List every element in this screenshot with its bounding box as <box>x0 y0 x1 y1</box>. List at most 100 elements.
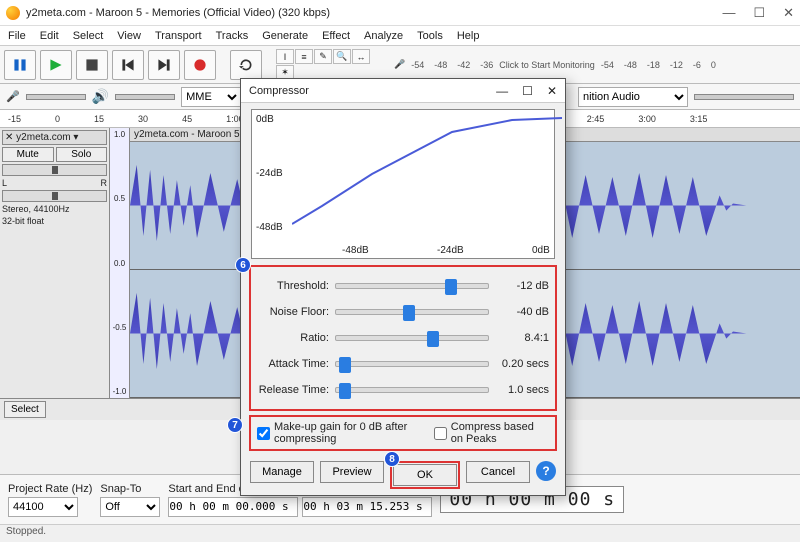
meter-hint: Click to Start Monitoring <box>499 60 595 70</box>
selection-tool-icon[interactable]: I <box>276 49 294 64</box>
param-value: 1.0 secs <box>495 384 549 396</box>
dialog-maximize-button[interactable]: ☐ <box>522 84 533 98</box>
project-rate-select[interactable]: 44100 <box>8 497 78 517</box>
amplitude-scale: 1.00.50.0-0.5-1.0 <box>110 128 130 398</box>
pan-right-label: R <box>101 178 108 188</box>
maximize-button[interactable]: ☐ <box>753 5 765 21</box>
compressor-graph: 0dB -24dB -48dB -48dB -24dB 0dB <box>251 109 555 259</box>
timeshift-tool-icon[interactable]: ↔ <box>352 49 370 64</box>
menu-analyze[interactable]: Analyze <box>364 30 403 42</box>
param-slider-4[interactable] <box>335 387 489 393</box>
compressor-params: Threshold:-12 dBNoise Floor:-40 dBRatio:… <box>249 265 557 411</box>
track-bitdepth: 32-bit float <box>2 216 107 226</box>
speaker-icon: 🔊 <box>92 88 109 105</box>
snap-select[interactable]: Off <box>100 497 160 517</box>
tools-palette[interactable]: I ≡ ✎ 🔍 ↔ ✶ <box>276 49 386 80</box>
draw-tool-icon[interactable]: ✎ <box>314 49 332 64</box>
zoom-tool-icon[interactable]: 🔍 <box>333 49 351 64</box>
cancel-button[interactable]: Cancel <box>466 461 530 483</box>
select-button[interactable]: Select <box>4 401 46 418</box>
time-mark: 15 <box>94 114 104 124</box>
graph-x-0: -48dB <box>342 245 369 256</box>
param-label: Release Time: <box>257 384 329 396</box>
time-mark: 3:00 <box>638 114 656 124</box>
loop-button[interactable] <box>230 50 262 80</box>
envelope-tool-icon[interactable]: ≡ <box>295 49 313 64</box>
selection-start-field[interactable] <box>168 497 298 517</box>
mute-button[interactable]: Mute <box>2 147 54 162</box>
param-slider-2[interactable] <box>335 335 489 341</box>
menu-tracks[interactable]: Tracks <box>216 30 249 42</box>
graph-y-2: -48dB <box>256 222 283 233</box>
time-mark: 0 <box>55 114 60 124</box>
time-mark: 45 <box>182 114 192 124</box>
param-slider-0[interactable] <box>335 283 489 289</box>
param-label: Noise Floor: <box>257 306 329 318</box>
play-volume-slider[interactable] <box>115 94 175 100</box>
graph-y-0: 0dB <box>256 114 274 125</box>
dialog-titlebar[interactable]: Compressor — ☐ ✕ <box>241 79 565 103</box>
param-label: Threshold: <box>257 280 329 292</box>
compressor-dialog: Compressor — ☐ ✕ 0dB -24dB -48dB -48dB -… <box>240 78 566 496</box>
app-logo-icon <box>6 6 20 20</box>
window-titlebar: y2meta.com - Maroon 5 - Memories (Offici… <box>0 0 800 26</box>
audio-host-select[interactable]: MME <box>181 87 241 107</box>
snap-label: Snap-To <box>100 483 160 495</box>
time-mark: 3:15 <box>690 114 708 124</box>
help-icon[interactable]: ? <box>536 461 556 481</box>
recording-meter[interactable]: 🎤 -54-48-42-36 Click to Start Monitoring… <box>390 51 796 79</box>
dialog-close-button[interactable]: ✕ <box>547 84 557 98</box>
output-device-select[interactable]: nition Audio <box>578 87 688 107</box>
preview-button[interactable]: Preview <box>320 461 384 483</box>
pan-slider[interactable] <box>2 190 107 202</box>
time-mark: 30 <box>138 114 148 124</box>
param-value: 0.20 secs <box>495 358 549 370</box>
menu-file[interactable]: File <box>8 30 26 42</box>
pause-button[interactable] <box>4 50 36 80</box>
record-button[interactable] <box>184 50 216 80</box>
compress-peaks-checkbox[interactable]: Compress based on Peaks <box>434 421 549 445</box>
menu-bar: File Edit Select View Transport Tracks Generat… <box>0 26 800 46</box>
annotation-badge-6: 6 <box>235 257 251 273</box>
param-label: Ratio: <box>257 332 329 344</box>
menu-view[interactable]: View <box>117 30 141 42</box>
param-value: -12 dB <box>495 280 549 292</box>
menu-select[interactable]: Select <box>73 30 104 42</box>
close-button[interactable]: ✕ <box>783 5 794 21</box>
annotation-badge-8: 8 <box>384 451 400 467</box>
param-slider-3[interactable] <box>335 361 489 367</box>
track-tab[interactable]: ✕ y2meta.com ▾ <box>2 130 107 145</box>
menu-effect[interactable]: Effect <box>322 30 350 42</box>
status-bar: Stopped. <box>0 524 800 542</box>
param-value: 8.4:1 <box>495 332 549 344</box>
time-mark: 2:45 <box>587 114 605 124</box>
transfer-curve-icon <box>292 114 562 234</box>
playback-meter[interactable] <box>694 94 794 100</box>
gain-slider[interactable] <box>2 164 107 176</box>
mic-icon: 🎤 <box>6 90 20 103</box>
skip-end-button[interactable] <box>148 50 180 80</box>
makeup-gain-checkbox[interactable]: Make-up gain for 0 dB after compressing <box>257 421 424 445</box>
dialog-minimize-button[interactable]: — <box>496 84 508 98</box>
menu-tools[interactable]: Tools <box>417 30 443 42</box>
stop-button[interactable] <box>76 50 108 80</box>
menu-transport[interactable]: Transport <box>155 30 202 42</box>
window-title: y2meta.com - Maroon 5 - Memories (Offici… <box>26 7 330 19</box>
rec-volume-slider[interactable] <box>26 94 86 100</box>
ok-button[interactable]: OK <box>393 464 457 486</box>
param-slider-1[interactable] <box>335 309 489 315</box>
solo-button[interactable]: Solo <box>56 147 108 162</box>
play-button[interactable] <box>40 50 72 80</box>
menu-help[interactable]: Help <box>457 30 480 42</box>
mic-icon: 🎤 <box>394 59 405 70</box>
manage-button[interactable]: Manage <box>250 461 314 483</box>
graph-x-1: -24dB <box>437 245 464 256</box>
menu-edit[interactable]: Edit <box>40 30 59 42</box>
menu-generate[interactable]: Generate <box>262 30 308 42</box>
graph-x-2: 0dB <box>532 245 550 256</box>
param-label: Attack Time: <box>257 358 329 370</box>
compressor-options: Make-up gain for 0 dB after compressing … <box>249 415 557 451</box>
skip-start-button[interactable] <box>112 50 144 80</box>
selection-end-field[interactable] <box>302 497 432 517</box>
minimize-button[interactable]: — <box>722 5 735 21</box>
